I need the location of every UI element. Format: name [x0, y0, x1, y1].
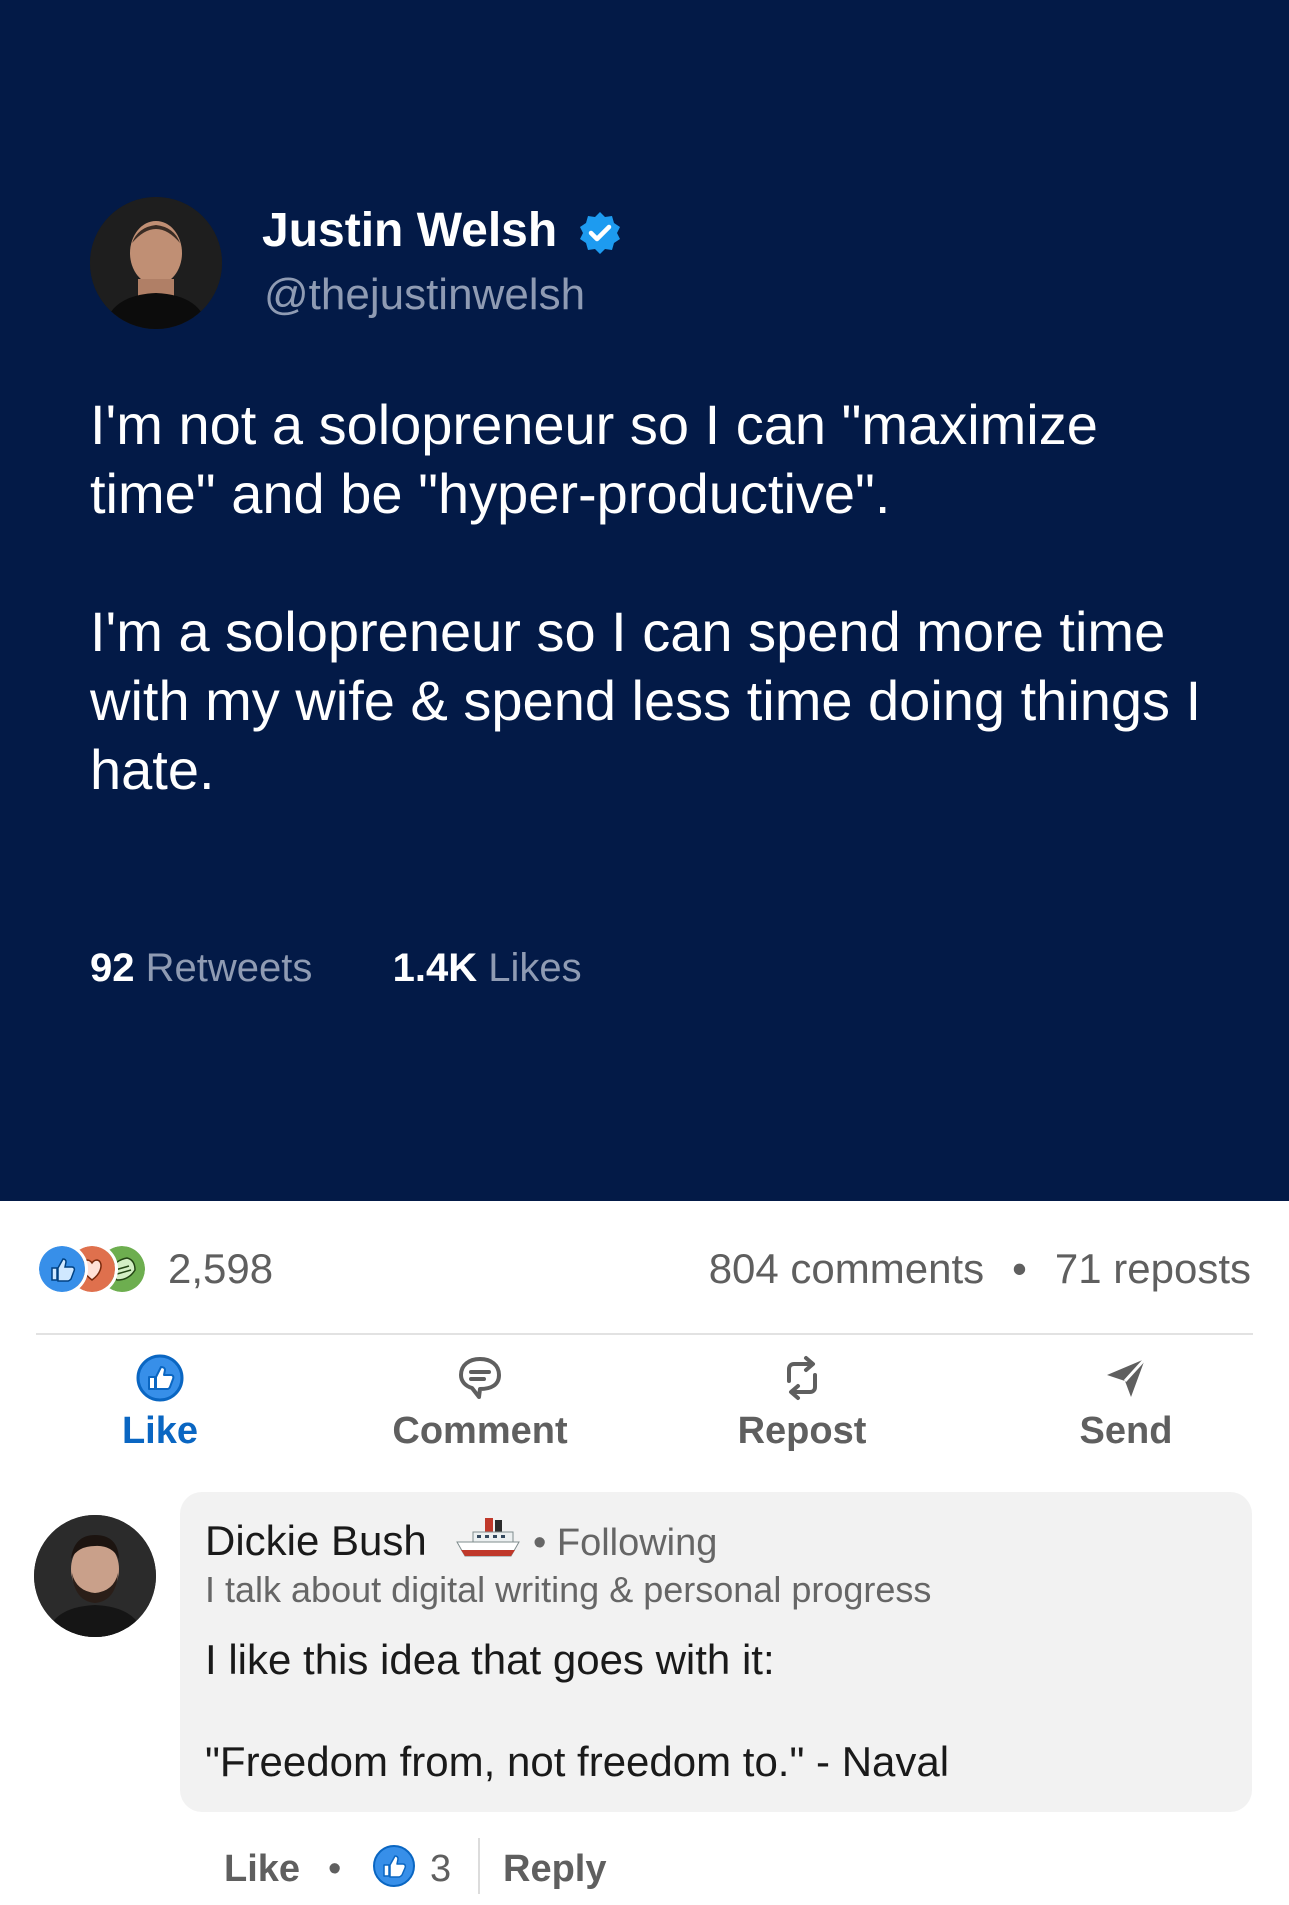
tweet-paragraph: I'm a solopreneur so I can spend more ti… — [90, 600, 1202, 801]
like-button[interactable]: Like — [30, 1353, 290, 1453]
repost-button[interactable]: Repost — [672, 1353, 932, 1453]
commenter-name[interactable]: Dickie Bush — [205, 1516, 427, 1566]
reposts-count[interactable]: 71 reposts — [1055, 1245, 1251, 1292]
tweet-text: I'm not a solopreneur so I can "maximize… — [90, 390, 1210, 804]
tweet-paragraph: I'm not a solopreneur so I can "maximize… — [90, 393, 1098, 525]
separator-dot: • — [1012, 1245, 1027, 1292]
like-button-label: Like — [121, 1410, 199, 1452]
comment-text: I like this idea that goes with it: "Fre… — [205, 1635, 1235, 1787]
reply-button[interactable]: Reply — [503, 1846, 606, 1892]
ship-icon — [456, 1518, 520, 1557]
comment-like-count[interactable]: 3 — [430, 1846, 451, 1892]
repost-button-label: Repost — [737, 1410, 867, 1452]
likes-count: 1.4K — [392, 946, 478, 990]
separator-dot: • — [328, 1848, 342, 1890]
commenter-headline: I talk about digital writing & personal … — [205, 1569, 932, 1610]
tweet-card: Justin Welsh @thejustinwelsh I'm not a s… — [0, 0, 1289, 1201]
comments-count[interactable]: 804 comments — [709, 1245, 984, 1292]
repost-icon — [787, 1356, 817, 1400]
tweet-stats: 92 Retweets 1.4K Likes — [90, 944, 582, 992]
reaction-count[interactable]: 2,598 — [168, 1244, 273, 1294]
like-icon — [36, 1243, 88, 1295]
author-avatar-image — [90, 197, 222, 329]
following-status: • Following — [533, 1522, 718, 1564]
send-button-label: Send — [1079, 1410, 1173, 1452]
comment-button[interactable]: Comment — [350, 1353, 610, 1453]
send-button[interactable]: Send — [996, 1353, 1256, 1453]
engagement-summary: 804 comments • 71 reposts — [709, 1244, 1251, 1294]
comment-like-icon — [373, 1845, 415, 1887]
comment-like-button[interactable]: Like — [224, 1846, 300, 1892]
commenter-avatar-image — [34, 1515, 156, 1637]
tweet-author-name[interactable]: Justin Welsh — [262, 203, 557, 259]
commenter-avatar[interactable] — [34, 1515, 156, 1637]
comment-button-label: Comment — [392, 1410, 568, 1452]
send-icon — [1107, 1357, 1147, 1397]
tweet-author-handle[interactable]: @thejustinwelsh — [264, 268, 585, 322]
comment-paragraph: I like this idea that goes with it: — [205, 1636, 775, 1683]
likes-label: Likes — [488, 946, 582, 990]
footer-divider — [478, 1838, 480, 1894]
comment-paragraph: "Freedom from, not freedom to." - Naval — [205, 1738, 950, 1785]
retweets-count: 92 — [90, 946, 135, 990]
verified-badge-icon — [580, 212, 620, 254]
thumbs-up-icon — [136, 1354, 184, 1402]
retweets-label: Retweets — [145, 946, 313, 990]
divider — [36, 1333, 1253, 1335]
author-avatar[interactable] — [90, 197, 222, 329]
comment-icon — [459, 1357, 501, 1399]
